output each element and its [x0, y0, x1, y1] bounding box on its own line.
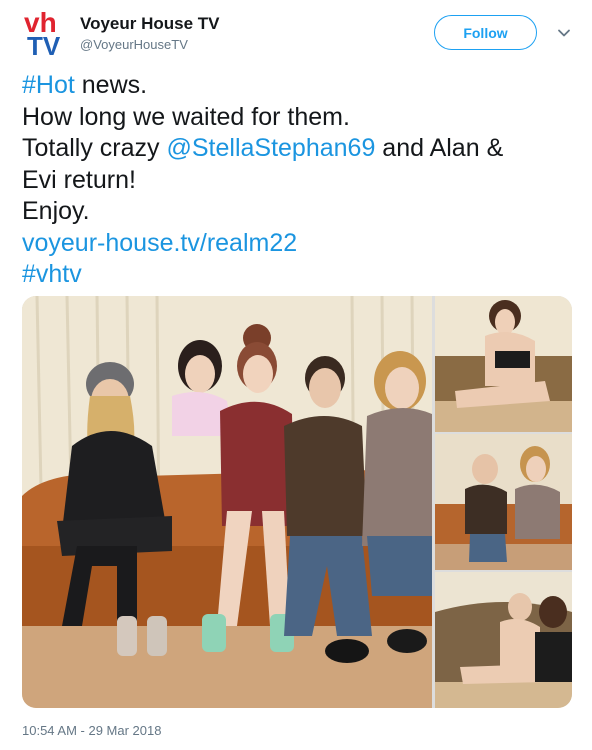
- tweet-line-1: #Hot news.: [22, 70, 577, 102]
- thumbnail-photo-2[interactable]: [435, 434, 572, 570]
- author-block: Voyeur House TV @VoyeurHouseTV: [80, 14, 220, 54]
- main-photo[interactable]: [22, 296, 432, 708]
- tweet-line-6: voyeur-house.tv/realm22: [22, 228, 577, 260]
- tweet-line-2: How long we waited for them.: [22, 102, 350, 131]
- tweet-timestamp[interactable]: 10:54 AM - 29 Mar 2018: [22, 723, 161, 738]
- tweet-text: #Hot news. How long we waited for them. …: [22, 70, 577, 291]
- chevron-down-icon[interactable]: [556, 25, 572, 41]
- hashtag-vhtv-link[interactable]: #vhtv: [22, 260, 82, 288]
- tweet-line-4: Evi return!: [22, 165, 136, 194]
- hashtag-hot-link[interactable]: #Hot: [22, 71, 75, 99]
- thumbnail-photo-1[interactable]: [435, 296, 572, 432]
- account-handle[interactable]: @VoyeurHouseTV: [80, 36, 220, 54]
- tweet-line-3-pre: Totally crazy: [22, 134, 167, 162]
- follow-button[interactable]: Follow: [434, 15, 537, 50]
- tweet-line-3: Totally crazy @StellaStephan69 and Alan …: [22, 133, 577, 165]
- display-name[interactable]: Voyeur House TV: [80, 14, 220, 34]
- thumbnail-photo-3[interactable]: [435, 572, 572, 708]
- tweet-header: vh TV Voyeur House TV @VoyeurHouseTV Fol…: [0, 0, 592, 62]
- tweet-line-3-post: and Alan &: [375, 134, 504, 162]
- media-grid: [22, 296, 572, 708]
- tweet-line-5: Enjoy.: [22, 197, 90, 225]
- avatar[interactable]: vh TV: [22, 8, 74, 58]
- tweet-line-1-text: news.: [74, 71, 148, 99]
- external-link[interactable]: voyeur-house.tv/realm22: [22, 229, 297, 257]
- tweet-line-7: #vhtv: [22, 259, 577, 291]
- logo-text-bottom: TV: [27, 31, 61, 58]
- mention-link[interactable]: @StellaStephan69: [166, 134, 375, 162]
